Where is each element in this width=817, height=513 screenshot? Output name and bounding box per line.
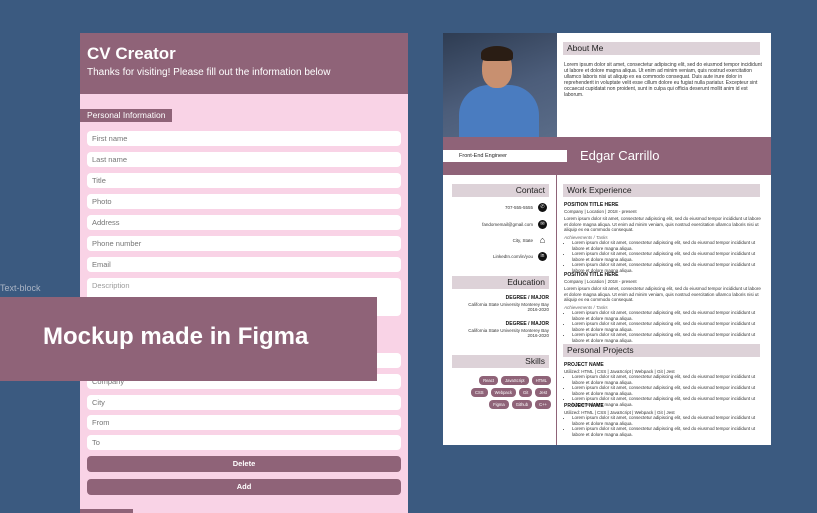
education-entry: DEGREE / MAJOR California State Universi… [468,321,549,338]
form-subtitle: Thanks for visiting! Please fill out the… [87,67,331,78]
work-experience-heading: Work Experience [563,184,760,197]
skill-badge: Github [511,400,533,409]
email-icon: ✉ [538,220,547,229]
add-button[interactable]: Add [87,479,401,495]
skill-badge: JavaScript [501,376,529,385]
last-name-input[interactable] [87,152,401,167]
home-icon: ⌂ [539,235,546,245]
section-tag-next [80,509,133,513]
job-entry: POSITION TITLE HERE Company | Location |… [564,272,761,343]
email-input[interactable] [87,257,401,272]
from-input[interactable] [87,415,401,430]
project-entry: PROJECT NAME Utilized: HTML | CSS | Java… [564,362,761,407]
skills-heading: Skills [452,355,549,368]
project-entry: PROJECT NAME Utilized: HTML | CSS | Java… [564,403,761,437]
form-title: CV Creator [87,44,176,63]
skill-badge: Figma [489,400,509,409]
contact-location: City, State ⌂ [512,235,546,245]
title-input[interactable] [87,173,401,188]
first-name-input[interactable] [87,131,401,146]
skills-list: React JavaScript HTML CSS Webpack Git Je… [463,376,551,409]
text-block-label: Text-block [0,283,41,293]
contact-linkedin: LinkedIn.com/in/you in [443,252,547,261]
mockup-banner-text: Mockup made in Figma [43,323,309,350]
skill-badge: Webpack [490,388,516,397]
cv-form-panel: CV Creator Thanks for visiting! Please f… [80,33,408,513]
profile-photo [443,33,557,137]
delete-button[interactable]: Delete [87,456,401,472]
contact-email: fandomemail@gmail.com ✉ [443,220,547,229]
to-input[interactable] [87,435,401,450]
linkedin-icon: in [538,252,547,261]
phone-icon: ✆ [538,203,547,212]
resume-preview: About Me Lorem ipsum dolor sit amet, con… [443,33,771,445]
about-me-text: Lorem ipsum dolor sit amet, consectetur … [564,62,762,98]
contact-phone: 707-555-5555 ✆ [443,203,547,212]
photo-input[interactable] [87,194,401,209]
skill-badge: React [479,376,499,385]
person-name: Edgar Carrillo [580,148,660,163]
city-input[interactable] [87,395,401,410]
education-heading: Education [452,276,549,289]
skill-badge: Git [518,388,533,397]
contact-heading: Contact [452,184,549,197]
skill-badge: Jest [535,388,551,397]
address-input[interactable] [87,215,401,230]
skill-badge: CSS [470,388,488,397]
job-entry: POSITION TITLE HERE Company | Location |… [564,202,761,273]
section-personal-information: Personal Information [80,109,173,122]
form-header: CV Creator Thanks for visiting! Please f… [80,33,408,94]
skill-badge: HTML [531,376,551,385]
role-label: Front-End Engineer [443,150,567,162]
column-divider [556,175,557,445]
personal-projects-heading: Personal Projects [563,344,760,357]
about-me-heading: About Me [563,42,760,55]
skill-badge: C++ [535,400,551,409]
education-entry: DEGREE / MAJOR California State Universi… [468,295,549,312]
phone-number-input[interactable] [87,236,401,251]
